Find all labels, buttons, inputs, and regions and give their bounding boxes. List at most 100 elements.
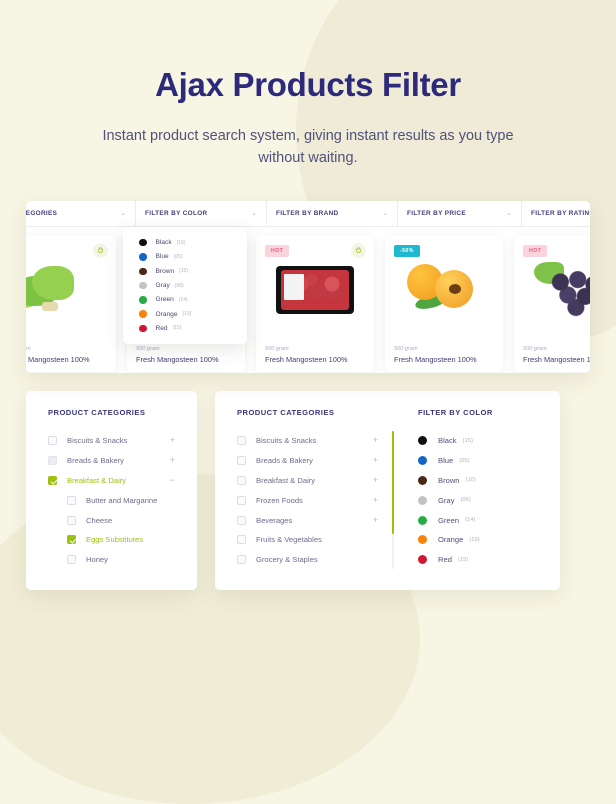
color-option-green[interactable]: Green (14) xyxy=(139,296,247,304)
color-count: (15) xyxy=(457,556,469,563)
product-name[interactable]: Fresh Mangosteen 100% xyxy=(26,355,90,364)
category-row-butter-and-margarine[interactable]: Butter and Margarine xyxy=(48,490,175,510)
bottom-card-row: PRODUCT CATEGORIES Biscuits & Snacks + Bre… xyxy=(26,390,590,590)
checkbox[interactable] xyxy=(237,436,246,446)
category-row-grocery-staples[interactable]: Grocery & Staples xyxy=(237,550,378,570)
checkbox[interactable] xyxy=(67,555,76,565)
filter-by-color-dropdown[interactable]: Black (15) Blue (05) Brown (10) Gray (06) Green (… xyxy=(123,226,247,345)
category-row-breakfast-dairy[interactable]: Breakfast & Dairy − xyxy=(48,471,175,491)
category-label: Butter and Margarine xyxy=(86,495,158,505)
color-option-black[interactable]: Black (15) xyxy=(418,431,538,451)
color-name: Red xyxy=(438,555,452,565)
filter-bar-label: FILTER BY PRICE xyxy=(407,209,466,217)
checkbox[interactable] xyxy=(237,555,246,565)
color-count: (15) xyxy=(176,239,186,246)
color-option-red[interactable]: Red (15) xyxy=(418,550,538,570)
color-name: Brown xyxy=(155,267,175,275)
category-row-cheese[interactable]: Cheese xyxy=(48,510,175,530)
page-subtitle: Instant product search system, giving in… xyxy=(102,128,514,167)
scrollbar-track[interactable] xyxy=(391,430,394,569)
card-heading: PRODUCT CATEGORIES xyxy=(237,407,335,417)
color-name: Blue xyxy=(155,253,169,261)
expand-toggle-icon[interactable]: + xyxy=(363,475,378,485)
category-row-biscuits-snacks[interactable]: Biscuits & Snacks + xyxy=(237,431,378,451)
category-row-fruits-vegetables[interactable]: Fruits & Vegetables xyxy=(237,530,378,550)
color-count: (15) xyxy=(462,437,473,444)
filter-bar-item-1[interactable]: FILTER BY COLOR ⌄ xyxy=(136,200,267,226)
color-count: (14) xyxy=(465,517,476,524)
checkbox[interactable] xyxy=(48,475,57,485)
color-option-red[interactable]: Red (15) xyxy=(139,324,247,333)
category-row-breads-bakery[interactable]: Breads & Bakery + xyxy=(237,451,378,471)
category-row-biscuits-snacks[interactable]: Biscuits & Snacks + xyxy=(48,431,175,451)
color-option-blue[interactable]: Blue (05) xyxy=(139,253,247,261)
checkbox[interactable] xyxy=(237,475,246,485)
category-row-breakfast-dairy[interactable]: Breakfast & Dairy + xyxy=(237,471,378,491)
category-row-beverages[interactable]: Beverages + xyxy=(237,510,378,530)
filter-bar-item-4[interactable]: FILTER BY RATING xyxy=(522,201,590,226)
product-name[interactable]: Fresh Mangosteen 100% xyxy=(136,355,219,364)
checkbox[interactable] xyxy=(237,495,246,505)
product-badge: -50% xyxy=(394,244,420,257)
product-meta: 500 gram Fresh Mangosteen 100% xyxy=(394,346,477,364)
checkbox[interactable] xyxy=(237,535,246,545)
color-swatch-icon xyxy=(139,296,147,304)
checkbox[interactable] xyxy=(67,495,76,505)
filter-bar-item-0[interactable]: CATEGORIES ⌄ xyxy=(26,200,136,226)
color-list: Black (15) Blue (05) Brown (10) Gray (06) Green (… xyxy=(418,431,538,570)
product-name[interactable]: Fresh Mangosteen 100% xyxy=(265,355,348,364)
expand-toggle-icon[interactable]: + xyxy=(363,436,378,445)
product-weight: 500 gram xyxy=(26,345,31,352)
category-list: Biscuits & Snacks + Breads & Bakery + Breakf… xyxy=(237,431,378,570)
category-row-honey[interactable]: Honey xyxy=(48,550,175,570)
color-option-orange[interactable]: Orange (19) xyxy=(418,530,538,550)
color-option-black[interactable]: Black (15) xyxy=(139,238,247,247)
color-option-gray[interactable]: Gray (06) xyxy=(139,281,247,290)
expand-toggle-icon[interactable]: + xyxy=(160,436,175,445)
color-swatch-icon xyxy=(139,267,147,276)
product-card[interactable]: HOT 500 gram Fresh Mangosteen 100% xyxy=(514,235,590,372)
checkbox[interactable] xyxy=(48,456,57,466)
product-name[interactable]: Fresh Mangosteen 100% xyxy=(394,355,477,364)
filter-bar-item-2[interactable]: FILTER BY BRAND ⌄ xyxy=(267,200,398,226)
expand-toggle-icon[interactable]: − xyxy=(160,475,175,485)
expand-toggle-icon[interactable]: + xyxy=(160,456,175,465)
product-card[interactable]: 500 gram Fresh Mangosteen 100% xyxy=(26,235,116,372)
expand-toggle-icon[interactable]: + xyxy=(363,495,378,505)
color-option-blue[interactable]: Blue (05) xyxy=(418,451,538,471)
color-option-brown[interactable]: Brown (10) xyxy=(139,267,247,276)
add-to-cart-icon[interactable] xyxy=(93,242,108,258)
product-meta: 500 gram Fresh Mangosteen 100% xyxy=(523,346,590,364)
color-swatch-icon xyxy=(139,238,147,247)
filter-bar-label: FILTER BY RATING xyxy=(531,209,590,217)
color-option-brown[interactable]: Brown (10) xyxy=(418,471,538,491)
product-card[interactable]: HOT 500 gram Fresh Mangosteen 100% xyxy=(256,235,374,372)
checkbox[interactable] xyxy=(67,515,76,525)
product-card[interactable]: -50% 500 gram Fresh Mangosteen 100% xyxy=(385,235,503,372)
product-meta: 500 gram Fresh Mangosteen 100% xyxy=(26,346,90,364)
product-meta: 500 gram Fresh Mangosteen 100% xyxy=(136,346,219,364)
filters-card: PRODUCT CATEGORIES Biscuits & Snacks + Bre… xyxy=(215,390,560,590)
color-option-green[interactable]: Green (14) xyxy=(418,510,538,530)
product-name[interactable]: Fresh Mangosteen 100% xyxy=(523,355,590,364)
expand-toggle-icon[interactable]: + xyxy=(363,456,378,465)
product-image: HOT xyxy=(514,236,590,332)
checkbox[interactable] xyxy=(48,436,57,446)
category-row-breads-bakery[interactable]: Breads & Bakery + xyxy=(48,451,175,471)
expand-toggle-icon[interactable]: + xyxy=(363,515,378,525)
product-weight: 500 gram xyxy=(394,345,418,352)
color-option-gray[interactable]: Gray (06) xyxy=(418,490,538,510)
checkbox[interactable] xyxy=(237,515,246,525)
color-option-orange[interactable]: Orange (19) xyxy=(139,310,247,318)
checkbox[interactable] xyxy=(67,535,76,545)
category-label: Grocery & Staples xyxy=(256,555,318,565)
filter-bar-item-3[interactable]: FILTER BY PRICE ⌄ xyxy=(398,200,522,226)
product-image xyxy=(26,236,116,332)
scrollbar-thumb[interactable] xyxy=(391,430,394,535)
checkbox[interactable] xyxy=(237,456,246,466)
add-to-cart-icon[interactable] xyxy=(351,242,366,258)
category-row-eggs-substitutes[interactable]: Eggs Substitutes xyxy=(48,530,175,550)
category-row-frozen-foods[interactable]: Frozen Foods + xyxy=(237,490,378,510)
color-swatch-icon xyxy=(418,495,427,505)
color-count: (06) xyxy=(174,282,184,289)
